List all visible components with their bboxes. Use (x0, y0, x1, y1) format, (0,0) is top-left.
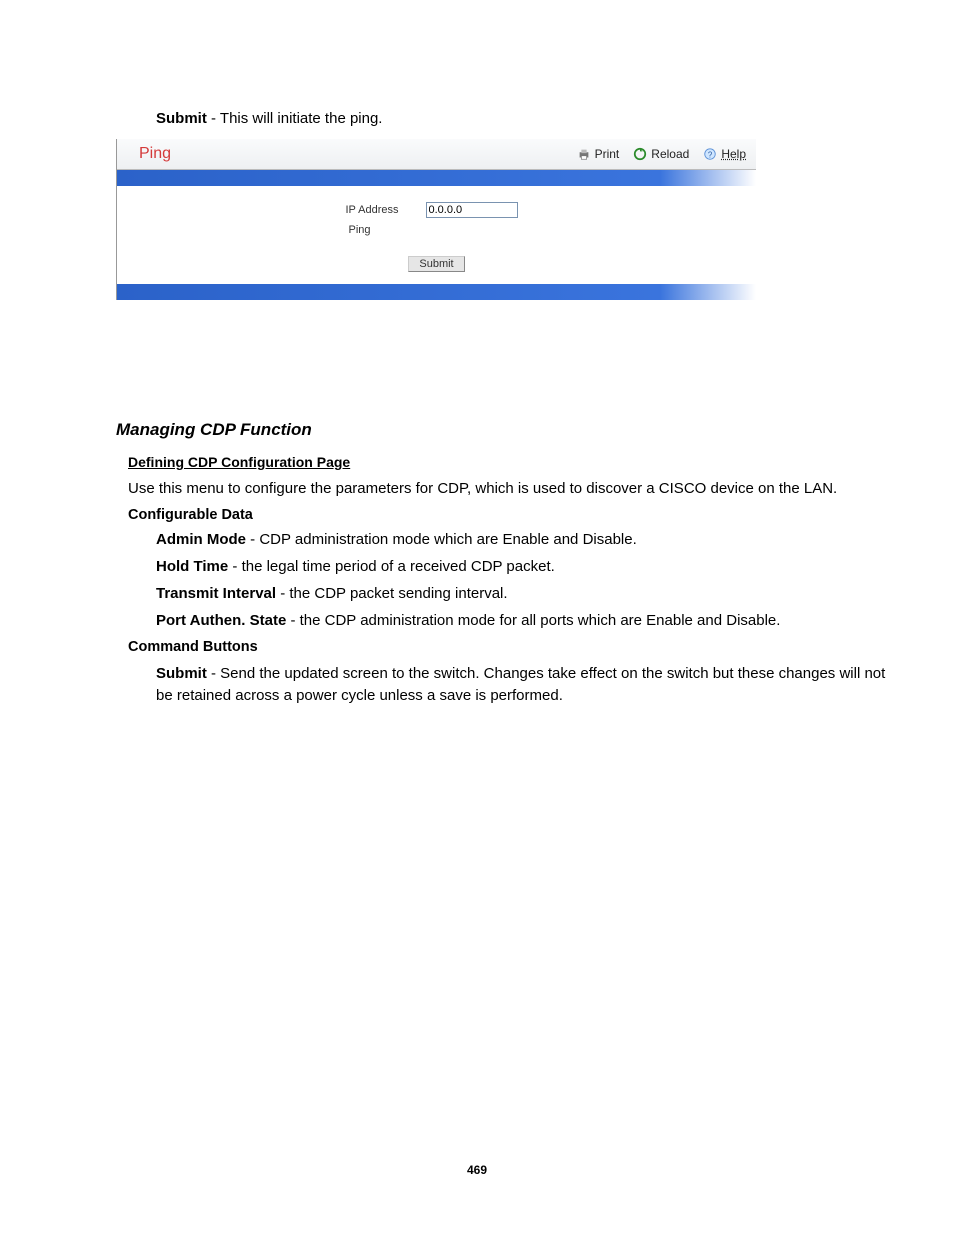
reload-button[interactable]: Reload (633, 147, 689, 161)
print-icon (577, 147, 591, 161)
admin-mode-text: - CDP administration mode which are Enab… (246, 531, 637, 548)
print-label: Print (595, 147, 620, 161)
panel-actions: Print Reload ? Help (577, 147, 746, 161)
submit-button[interactable]: Submit (408, 256, 464, 272)
transmit-text: - the CDP packet sending interval. (276, 585, 508, 602)
reload-label: Reload (651, 147, 689, 161)
ping-row: Ping (117, 224, 756, 236)
svg-text:?: ? (708, 151, 713, 160)
panel-title: Ping (139, 145, 171, 163)
hold-time-text: - the legal time period of a received CD… (228, 558, 555, 575)
hold-time-bold: Hold Time (156, 558, 228, 575)
intro-text: Use this menu to configure the parameter… (128, 480, 904, 497)
panel-header: Ping Print Reload ? (117, 139, 756, 170)
panel-body: IP Address Ping Submit (117, 186, 756, 284)
ip-label: IP Address (346, 204, 416, 216)
section-heading: Managing CDP Function (116, 420, 904, 440)
admin-mode-bold: Admin Mode (156, 531, 246, 548)
blue-separator-bottom (117, 284, 756, 300)
ping-panel: Ping Print Reload ? (116, 139, 756, 300)
help-label: Help (721, 147, 746, 161)
hold-time-line: Hold Time - the legal time period of a r… (156, 558, 904, 575)
configurable-data-label: Configurable Data (128, 507, 904, 523)
top-submit-note: Submit - This will initiate the ping. (156, 110, 904, 127)
submit-row: Submit (117, 254, 756, 272)
transmit-bold: Transmit Interval (156, 585, 276, 602)
page-number: 469 (0, 1163, 954, 1177)
help-icon: ? (703, 147, 717, 161)
port-auth-text: - the CDP administration mode for all po… (286, 612, 780, 629)
help-button[interactable]: ? Help (703, 147, 746, 161)
ping-label: Ping (349, 224, 419, 236)
ip-row: IP Address (117, 202, 756, 218)
cmd-submit-line: Submit - Send the updated screen to the … (156, 663, 904, 707)
sub-heading: Defining CDP Configuration Page (128, 454, 904, 470)
reload-icon (633, 147, 647, 161)
cmd-submit-text: - Send the updated screen to the switch.… (156, 665, 885, 704)
port-auth-bold: Port Authen. State (156, 612, 286, 629)
cmd-submit-bold: Submit (156, 665, 207, 682)
top-submit-bold: Submit (156, 110, 207, 127)
transmit-interval-line: Transmit Interval - the CDP packet sendi… (156, 585, 904, 602)
blue-separator-top (117, 170, 756, 186)
top-submit-rest: - This will initiate the ping. (207, 110, 383, 127)
admin-mode-line: Admin Mode - CDP administration mode whi… (156, 531, 904, 548)
command-buttons-label: Command Buttons (128, 639, 904, 655)
port-authen-line: Port Authen. State - the CDP administrat… (156, 612, 904, 629)
ip-address-input[interactable] (426, 202, 518, 218)
print-button[interactable]: Print (577, 147, 620, 161)
